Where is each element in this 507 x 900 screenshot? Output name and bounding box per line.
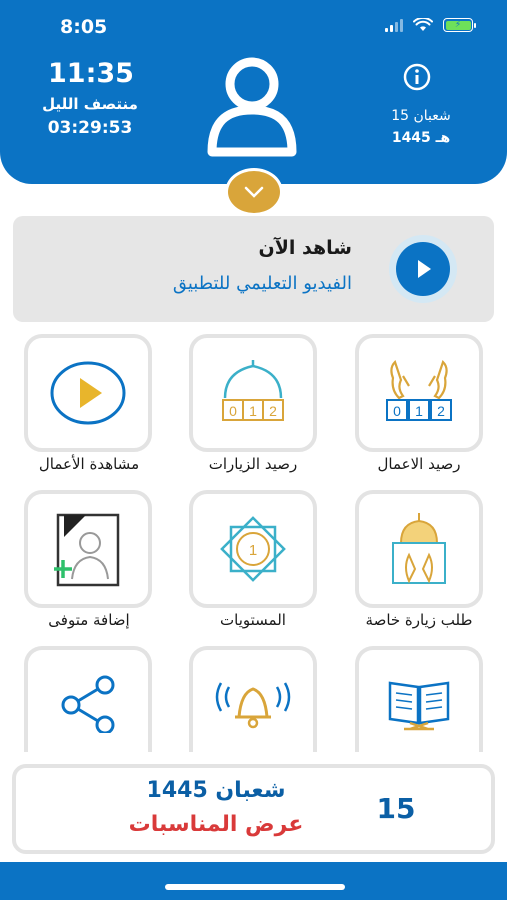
collapse-header-button[interactable] <box>225 168 283 216</box>
tile-visits-balance[interactable]: 0 1 2 <box>189 334 317 452</box>
avatar[interactable] <box>196 52 308 164</box>
label-view-deeds: مشاهدة الأعمال <box>38 455 140 473</box>
clock-period: منتصف الليل <box>42 95 138 113</box>
counter-digit: 2 <box>269 403 277 419</box>
counter-digit: 1 <box>415 403 423 419</box>
home-indicator[interactable] <box>165 884 345 890</box>
label-deeds-balance: رصيد الاعمال <box>377 455 461 473</box>
watch-video-banner[interactable]: شاهد الآن الفيديو التعليمي للتطبيق <box>13 216 494 322</box>
chevron-down-icon <box>244 186 264 198</box>
wifi-icon <box>413 18 433 31</box>
deceased-portrait-icon <box>54 513 120 587</box>
label-special-visit-request: طلب زيارة خاصة <box>365 611 473 629</box>
counter-digit: 0 <box>393 403 401 419</box>
hijri-day-month: 15 شعبان <box>391 108 451 124</box>
status-bar: 8:05 ⚡ <box>0 0 507 48</box>
tile-view-deeds[interactable] <box>24 334 152 452</box>
cellular-signal-icon <box>385 18 403 32</box>
quran-book-icon <box>388 681 450 731</box>
mosque-counter-icon: 0 1 2 <box>222 360 284 421</box>
clock-remaining: 03:29:53 <box>47 118 133 138</box>
watch-title: شاهد الآن <box>258 237 352 259</box>
battery-icon: ⚡ <box>443 18 476 32</box>
level-number: 1 <box>249 542 257 559</box>
tile-notifications[interactable] <box>189 646 317 756</box>
counter-digit: 2 <box>437 403 445 419</box>
label-visits-balance: رصيد الزيارات <box>208 455 298 473</box>
tile-special-visit-request[interactable] <box>355 490 483 608</box>
header: 8:05 ⚡ 11:35 منتصف الليل 03:29:53 15 شعب… <box>0 0 507 184</box>
watch-subtitle: الفيديو التعليمي للتطبيق <box>172 273 352 294</box>
shrine-hands-icon <box>392 513 446 584</box>
bottom-bar <box>0 862 507 900</box>
clock-time: 11:35 <box>48 58 134 89</box>
tile-deeds-balance[interactable]: 0 1 2 <box>355 334 483 452</box>
tile-quran[interactable] <box>355 646 483 756</box>
counter-digit: 1 <box>249 403 257 419</box>
date-day: 15 <box>376 792 416 825</box>
tile-levels[interactable]: 1 <box>189 490 317 608</box>
hijri-date-card[interactable]: 15 شعبان 1445 عرض المناسبات <box>12 764 495 854</box>
play-video-icon[interactable] <box>388 234 458 304</box>
label-add-deceased: إضافة متوفى <box>48 611 130 629</box>
date-month-year: شعبان 1445 <box>146 778 286 803</box>
status-icons: ⚡ <box>385 18 476 32</box>
prayer-hands-counter-icon: 0 1 2 <box>386 359 452 421</box>
view-events-link[interactable]: عرض المناسبات <box>96 812 336 837</box>
share-icon <box>61 675 115 733</box>
status-time: 8:05 <box>60 16 108 38</box>
info-icon[interactable] <box>402 62 432 92</box>
levels-star-icon: 1 <box>220 516 286 582</box>
tile-share[interactable] <box>24 646 152 756</box>
counter-digit: 0 <box>229 403 237 419</box>
tile-add-deceased[interactable] <box>24 490 152 608</box>
label-levels: المستويات <box>220 611 286 629</box>
play-circle-icon <box>50 361 126 425</box>
bell-icon <box>215 682 291 729</box>
hijri-year: 1445 هـ <box>391 130 451 146</box>
